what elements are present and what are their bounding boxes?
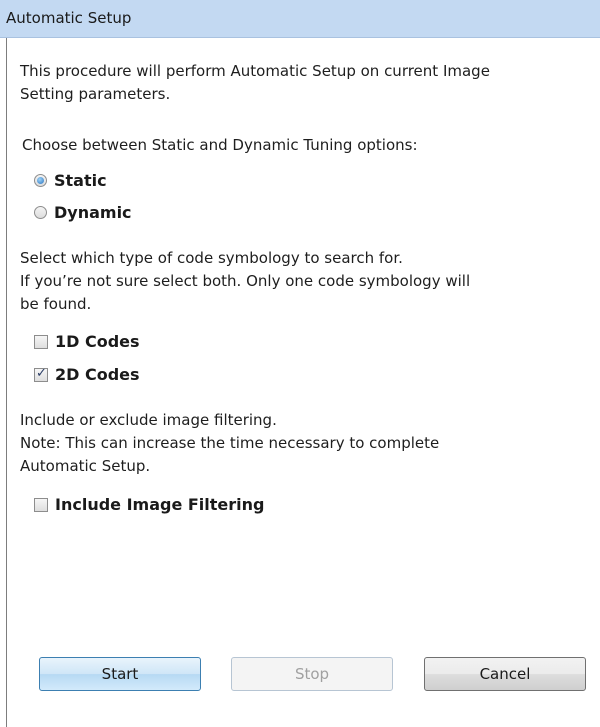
radio-static[interactable]: Static <box>34 169 107 192</box>
symbology-text-line-1: Select which type of code symbology to s… <box>20 249 403 267</box>
symbology-text-line-3: be found. <box>20 295 92 313</box>
radio-static-label[interactable]: Static <box>54 171 107 190</box>
checkbox-2d-codes-box[interactable]: ✓ <box>34 365 48 382</box>
symbology-text-line-2: If you’re not sure select both. Only one… <box>20 272 471 290</box>
intro-text-line-2: Setting parameters. <box>20 85 171 103</box>
title-bar[interactable]: Automatic Setup <box>0 0 600 38</box>
filtering-text-line-1: Include or exclude image filtering. <box>20 411 277 429</box>
checkbox-include-image-filtering[interactable]: Include Image Filtering <box>34 493 265 516</box>
radio-dynamic[interactable]: Dynamic <box>34 201 132 224</box>
filtering-text-line-3: Automatic Setup. <box>20 457 151 475</box>
checkbox-1d-codes-box[interactable] <box>34 334 48 349</box>
checkmark-icon: ✓ <box>36 365 47 381</box>
intro-text-line-1: This procedure will perform Automatic Se… <box>20 62 490 80</box>
checkbox-1d-codes-label[interactable]: 1D Codes <box>55 332 140 351</box>
checkbox-include-image-filtering-label[interactable]: Include Image Filtering <box>55 495 265 514</box>
checkbox-1d-codes[interactable]: 1D Codes <box>34 330 140 353</box>
checkbox-2d-codes[interactable]: ✓ 2D Codes <box>34 363 140 386</box>
stop-button[interactable]: Stop <box>231 657 393 691</box>
radio-dynamic-indicator[interactable] <box>34 206 47 219</box>
start-button[interactable]: Start <box>39 657 201 691</box>
cancel-button[interactable]: Cancel <box>424 657 586 691</box>
radio-static-indicator[interactable] <box>34 174 47 187</box>
window-title: Automatic Setup <box>6 9 132 27</box>
dialog-left-border <box>6 38 7 727</box>
checkbox-include-image-filtering-box[interactable] <box>34 497 48 512</box>
filtering-text-line-2: Note: This can increase the time necessa… <box>20 434 440 452</box>
checkbox-2d-codes-label[interactable]: 2D Codes <box>55 365 140 384</box>
tuning-prompt: Choose between Static and Dynamic Tuning… <box>22 136 418 154</box>
automatic-setup-dialog: Automatic Setup This procedure will perf… <box>0 0 600 727</box>
radio-dynamic-label[interactable]: Dynamic <box>54 203 132 222</box>
